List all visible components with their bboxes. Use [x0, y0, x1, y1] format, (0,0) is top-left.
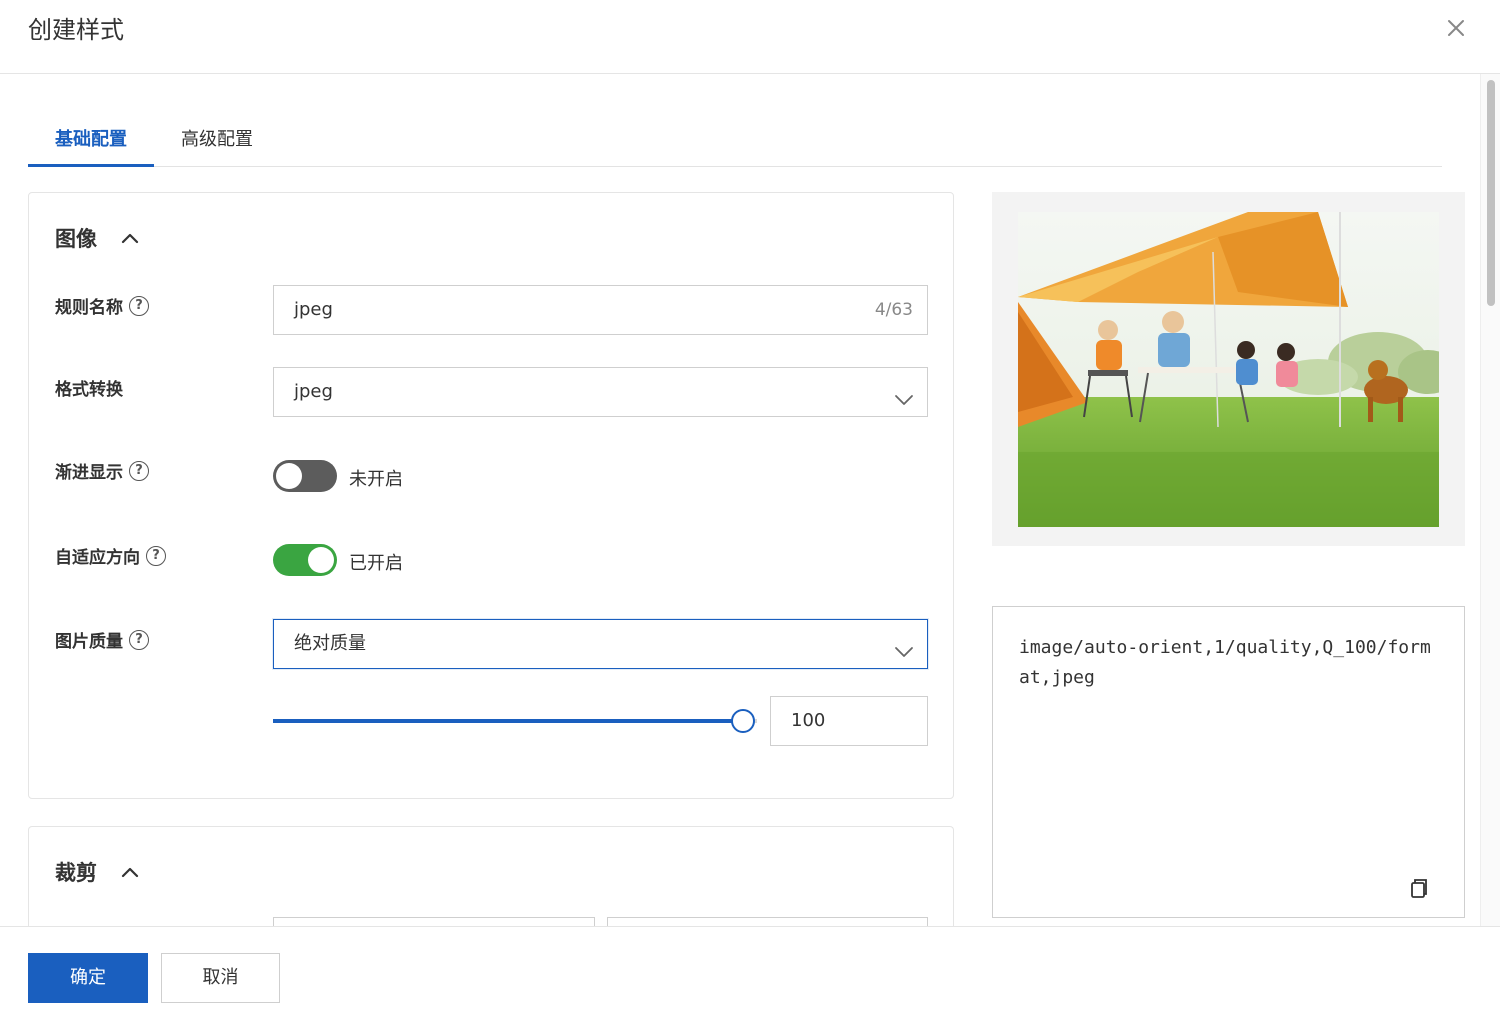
format-value: jpeg: [294, 381, 333, 402]
image-section-panel: 图像 规则名称 ? jpeg 4/63 格式转换 jpeg 渐进显示 ? 未开启…: [28, 192, 954, 799]
image-section-title: 图像: [55, 227, 97, 251]
rule-name-value: jpeg: [294, 299, 333, 320]
chevron-down-icon: [893, 633, 915, 657]
rule-name-counter: 4/63: [874, 300, 913, 320]
rule-name-input[interactable]: jpeg 4/63: [273, 285, 928, 335]
switch-knob: [276, 463, 302, 489]
chevron-down-icon: [893, 381, 915, 405]
tab-bar: 基础配置 高级配置: [28, 112, 1442, 167]
quality-mode-select[interactable]: 绝对质量: [273, 619, 928, 669]
chevron-up-icon[interactable]: [119, 861, 141, 883]
close-icon[interactable]: [1440, 12, 1472, 44]
auto-orient-state: 已开启: [349, 553, 403, 574]
auto-orient-label: 自适应方向 ?: [55, 543, 166, 568]
quality-label-text: 图片质量: [55, 632, 123, 652]
switch-knob: [308, 547, 334, 573]
confirm-button[interactable]: 确定: [28, 953, 148, 1003]
dialog-title: 创建样式: [28, 16, 124, 44]
preview-image: [1018, 212, 1439, 527]
help-circle-icon[interactable]: ?: [129, 629, 149, 650]
crop-section-panel: 裁剪: [28, 826, 954, 926]
format-label-text: 格式转换: [55, 380, 123, 400]
progressive-switch[interactable]: [273, 460, 337, 492]
scrollbar[interactable]: [1480, 74, 1500, 926]
progressive-label-text: 渐进显示: [55, 463, 123, 483]
crop-input-left[interactable]: [273, 917, 595, 926]
auto-orient-label-text: 自适应方向: [55, 548, 140, 568]
dialog-header: 创建样式: [0, 0, 1500, 74]
scrollbar-thumb[interactable]: [1487, 80, 1495, 306]
auto-orient-switch[interactable]: [273, 544, 337, 576]
help-circle-icon[interactable]: ?: [146, 545, 166, 566]
crop-section-title: 裁剪: [55, 861, 97, 885]
copy-icon[interactable]: [1407, 877, 1429, 899]
crop-input-right[interactable]: [607, 917, 928, 926]
tab-advanced-config[interactable]: 高级配置: [154, 112, 280, 167]
tab-basic-config[interactable]: 基础配置: [28, 112, 154, 167]
preview-panel: [992, 192, 1465, 546]
format-select[interactable]: jpeg: [273, 367, 928, 417]
quality-slider[interactable]: [273, 709, 757, 733]
quality-slider-fill: [273, 719, 743, 723]
cancel-button[interactable]: 取消: [161, 953, 280, 1003]
format-label: 格式转换: [55, 375, 123, 400]
rule-name-label: 规则名称 ?: [55, 293, 149, 318]
quality-number-input[interactable]: 100: [770, 696, 928, 746]
progressive-state: 未开启: [349, 469, 403, 490]
help-circle-icon[interactable]: ?: [129, 295, 149, 316]
quality-slider-handle[interactable]: [731, 709, 755, 733]
style-code-text: image/auto-orient,1/quality,Q_100/format…: [1019, 637, 1431, 688]
help-circle-icon[interactable]: ?: [129, 460, 149, 481]
quality-label: 图片质量 ?: [55, 627, 149, 652]
dialog-footer: 确定 取消: [0, 926, 1500, 1019]
rule-name-label-text: 规则名称: [55, 298, 123, 318]
quality-mode-value: 绝对质量: [294, 633, 366, 654]
style-code-box[interactable]: image/auto-orient,1/quality,Q_100/format…: [992, 606, 1465, 918]
chevron-up-icon[interactable]: [119, 227, 141, 249]
progressive-label: 渐进显示 ?: [55, 458, 149, 483]
